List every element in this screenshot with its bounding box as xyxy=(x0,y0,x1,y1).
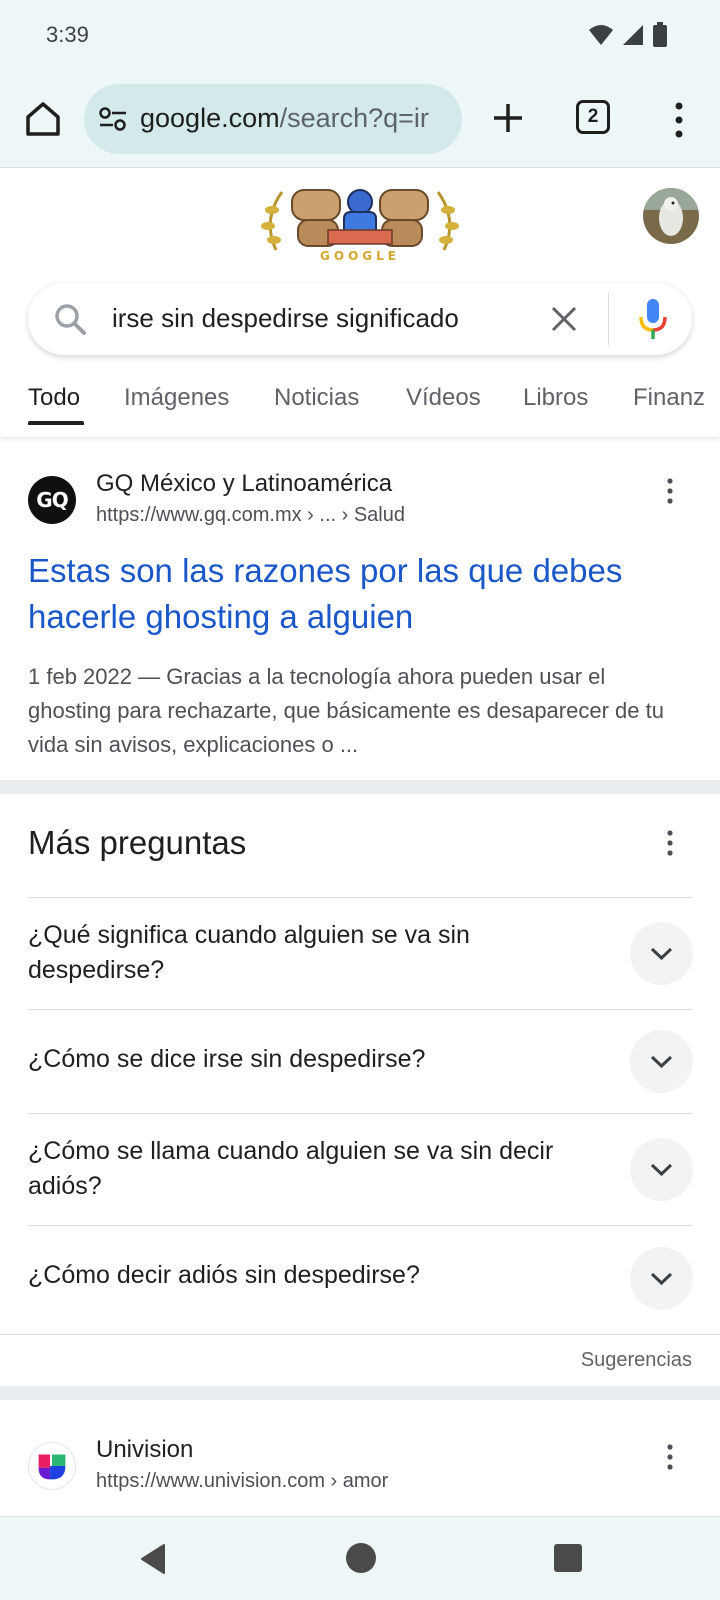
clear-icon[interactable] xyxy=(548,303,580,335)
home-nav-icon[interactable] xyxy=(346,1543,376,1573)
status-icons xyxy=(588,22,668,48)
chevron-down-icon[interactable] xyxy=(630,1247,693,1310)
url-host: google.com xyxy=(140,103,280,133)
url-path: /search?q=ir xyxy=(279,103,429,133)
result-options-icon[interactable] xyxy=(658,476,682,506)
search-input[interactable]: irse sin despedirse significado xyxy=(112,303,459,334)
system-nav-bar xyxy=(0,1516,720,1600)
wifi-icon xyxy=(589,25,613,45)
section-options-icon[interactable] xyxy=(658,828,682,858)
active-tab-indicator xyxy=(28,421,84,425)
more-menu-icon[interactable] xyxy=(664,98,694,142)
account-avatar[interactable] xyxy=(643,188,699,244)
result-options-icon[interactable] xyxy=(658,1442,682,1472)
section-separator xyxy=(0,1386,720,1400)
google-doodle[interactable]: GOOGLE xyxy=(258,180,462,266)
tab-videos[interactable]: Vídeos xyxy=(406,384,481,412)
status-time: 3:39 xyxy=(46,22,89,47)
site-name[interactable]: Univision xyxy=(96,1436,193,1464)
result-snippet: 1 feb 2022 — Gracias a la tecnología aho… xyxy=(28,664,664,757)
section-separator xyxy=(0,780,720,794)
question-text: ¿Cómo se llama cuando alguien se va sin … xyxy=(28,1137,554,1200)
signal-icon xyxy=(623,25,643,45)
recents-icon[interactable] xyxy=(554,1544,582,1572)
question-item[interactable]: ¿Qué significa cuando alguien se va sin … xyxy=(28,897,693,1009)
new-tab-icon[interactable] xyxy=(488,98,528,138)
section-title: Más preguntas xyxy=(28,824,247,861)
search-result: GQ GQ México y Latinoamérica https://www… xyxy=(0,440,720,780)
chevron-down-icon[interactable] xyxy=(630,1030,693,1093)
tab-imagenes[interactable]: Imágenes xyxy=(124,384,229,412)
tab-switcher-button[interactable]: 2 xyxy=(576,100,610,134)
microphone-icon[interactable] xyxy=(638,297,668,341)
site-name[interactable]: GQ México y Latinoamérica xyxy=(96,470,392,498)
tab-todo[interactable]: Todo xyxy=(28,384,80,412)
suggestions-link[interactable]: Sugerencias xyxy=(581,1349,692,1372)
question-text: ¿Cómo se dice irse sin despedirse? xyxy=(28,1045,426,1073)
question-item[interactable]: ¿Cómo se dice irse sin despedirse? xyxy=(28,1009,693,1113)
search-divider xyxy=(608,293,609,345)
chevron-down-icon[interactable] xyxy=(630,922,693,985)
search-box[interactable]: irse sin despedirse significado xyxy=(28,283,692,355)
question-item[interactable]: ¿Cómo se llama cuando alguien se va sin … xyxy=(28,1113,693,1225)
url-text[interactable]: google.com/search?q=ir xyxy=(140,103,440,134)
home-icon[interactable] xyxy=(22,98,64,140)
back-icon[interactable] xyxy=(136,1541,172,1577)
question-item[interactable]: ¿Cómo decir adiós sin despedirse? xyxy=(28,1225,693,1334)
question-text: ¿Qué significa cuando alguien se va sin … xyxy=(28,921,470,984)
search-icon xyxy=(55,304,86,335)
tab-finanzas[interactable]: Finanz xyxy=(633,384,705,412)
search-tabs: Todo Imágenes Noticias Vídeos Libros Fin… xyxy=(0,378,720,438)
chevron-down-icon[interactable] xyxy=(630,1138,693,1201)
more-questions-section: Más preguntas ¿Qué significa cuando algu… xyxy=(0,794,720,1386)
address-bar[interactable]: google.com/search?q=ir xyxy=(84,84,462,154)
site-url[interactable]: https://www.gq.com.mx › ... › Salud xyxy=(96,504,405,527)
site-url[interactable]: https://www.univision.com › amor xyxy=(96,1470,388,1493)
battery-icon xyxy=(653,22,667,47)
tab-noticias[interactable]: Noticias xyxy=(274,384,359,412)
doodle-text: GOOGLE xyxy=(320,249,400,263)
site-favicon[interactable]: GQ xyxy=(28,476,76,524)
site-settings-icon[interactable] xyxy=(98,106,128,132)
browser-toolbar: google.com/search?q=ir 2 xyxy=(0,72,720,168)
questions-footer: Sugerencias xyxy=(0,1334,720,1371)
status-bar: 3:39 xyxy=(0,0,720,72)
tab-libros[interactable]: Libros xyxy=(523,384,588,412)
search-result: Univision https://www.univision.com › am… xyxy=(0,1402,720,1518)
question-text: ¿Cómo decir adiós sin despedirse? xyxy=(28,1261,420,1289)
result-title-link[interactable]: Estas son las razones por las que debes … xyxy=(28,548,688,640)
univision-logo-icon[interactable] xyxy=(28,1442,76,1490)
